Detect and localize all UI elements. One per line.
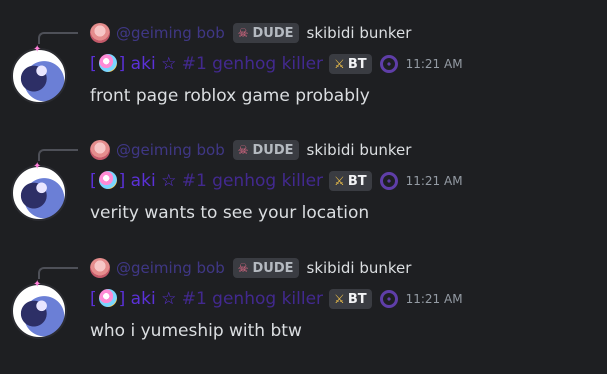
role-tag-label: BT xyxy=(347,56,367,72)
skull-icon: ☠ xyxy=(237,143,249,157)
author-name[interactable]: [ ] aki ☆ #1 genhog killer xyxy=(90,289,323,309)
reply-text[interactable]: skibidi bunker xyxy=(307,259,412,277)
reply-avatar-icon[interactable] xyxy=(90,140,110,160)
palette-emoji-icon xyxy=(98,171,117,189)
reply-author[interactable]: @geiming bob xyxy=(116,141,225,159)
author-line: [ ] aki ☆ #1 genhog killer ⚔ BT 11:21 AM xyxy=(90,52,463,76)
avatar-icon[interactable]: ✦ xyxy=(11,44,67,104)
avatar-icon[interactable]: ✦ xyxy=(11,279,67,339)
role-tag[interactable]: ⚔ BT xyxy=(329,54,372,74)
sparkle-icon: ✦ xyxy=(33,279,42,290)
role-tag-label: BT xyxy=(347,291,367,307)
reply-role-tag-label: DUDE xyxy=(252,25,294,41)
author-line: [ ] aki ☆ #1 genhog killer ⚔ BT 11:21 AM xyxy=(90,169,463,193)
message-text: who i yumeship with btw xyxy=(90,321,302,341)
role-tag[interactable]: ⚔ BT xyxy=(329,289,372,309)
timestamp[interactable]: 11:21 AM xyxy=(406,292,463,306)
author-name-suffix: ] aki ☆ xyxy=(118,171,182,191)
sparkle-icon: ✦ xyxy=(33,44,42,55)
sword-icon: ⚔ xyxy=(334,57,345,71)
reply-text[interactable]: skibidi bunker xyxy=(307,141,412,159)
role-tag[interactable]: ⚔ BT xyxy=(329,171,372,191)
reply-author[interactable]: @geiming bob xyxy=(116,259,225,277)
sparkle-icon: ✦ xyxy=(33,161,42,172)
sword-icon: ⚔ xyxy=(334,174,345,188)
author-name-prefix: [ xyxy=(90,171,97,191)
reply-author[interactable]: @geiming bob xyxy=(116,24,225,42)
reply-spine xyxy=(38,267,78,279)
author-name[interactable]: [ ] aki ☆ #1 genhog killer xyxy=(90,171,323,191)
sword-icon: ⚔ xyxy=(334,292,345,306)
author-name-faded: #1 genhog killer xyxy=(181,54,324,74)
author-name-suffix: ] aki ☆ xyxy=(118,54,182,74)
reply-preview[interactable]: @geiming bob ☠ DUDE skibidi bunker xyxy=(90,257,411,279)
reply-spine xyxy=(38,32,78,44)
message-text: verity wants to see your location xyxy=(90,203,370,223)
reply-spine xyxy=(38,149,78,161)
reply-role-tag: ☠ DUDE xyxy=(232,140,299,160)
message[interactable]: @geiming bob ☠ DUDE skibidi bunker ✦ [ ] … xyxy=(0,139,607,256)
palette-emoji-icon xyxy=(98,289,117,307)
timestamp[interactable]: 11:21 AM xyxy=(406,57,463,71)
reply-avatar-icon[interactable] xyxy=(90,258,110,278)
role-tag-label: BT xyxy=(347,173,367,189)
skull-icon: ☠ xyxy=(237,26,249,40)
reply-role-tag-label: DUDE xyxy=(252,142,294,158)
reply-role-tag: ☠ DUDE xyxy=(232,258,299,278)
message-text: front page roblox game probably xyxy=(90,86,370,106)
author-line: [ ] aki ☆ #1 genhog killer ⚔ BT 11:21 AM xyxy=(90,287,463,311)
message[interactable]: @geiming bob ☠ DUDE skibidi bunker ✦ [ ] … xyxy=(0,257,607,374)
palette-emoji-icon xyxy=(98,54,117,72)
reply-preview[interactable]: @geiming bob ☠ DUDE skibidi bunker xyxy=(90,139,411,161)
author-name-prefix: [ xyxy=(90,289,97,309)
author-name-prefix: [ xyxy=(90,54,97,74)
skull-icon: ☠ xyxy=(237,261,249,275)
reply-preview[interactable]: @geiming bob ☠ DUDE skibidi bunker xyxy=(90,22,411,44)
reply-role-tag-label: DUDE xyxy=(252,260,294,276)
wheel-icon[interactable] xyxy=(379,55,398,73)
avatar-icon[interactable]: ✦ xyxy=(11,161,67,221)
author-name-suffix: ] aki ☆ xyxy=(118,289,182,309)
timestamp[interactable]: 11:21 AM xyxy=(406,174,463,188)
message[interactable]: @geiming bob ☠ DUDE skibidi bunker ✦ [ ] … xyxy=(0,22,607,139)
wheel-icon[interactable] xyxy=(379,172,398,190)
reply-avatar-icon[interactable] xyxy=(90,23,110,43)
author-name[interactable]: [ ] aki ☆ #1 genhog killer xyxy=(90,54,323,74)
author-name-faded: #1 genhog killer xyxy=(181,289,324,309)
reply-text[interactable]: skibidi bunker xyxy=(307,24,412,42)
reply-role-tag: ☠ DUDE xyxy=(232,23,299,43)
author-name-faded: #1 genhog killer xyxy=(181,171,324,191)
wheel-icon[interactable] xyxy=(379,290,398,308)
